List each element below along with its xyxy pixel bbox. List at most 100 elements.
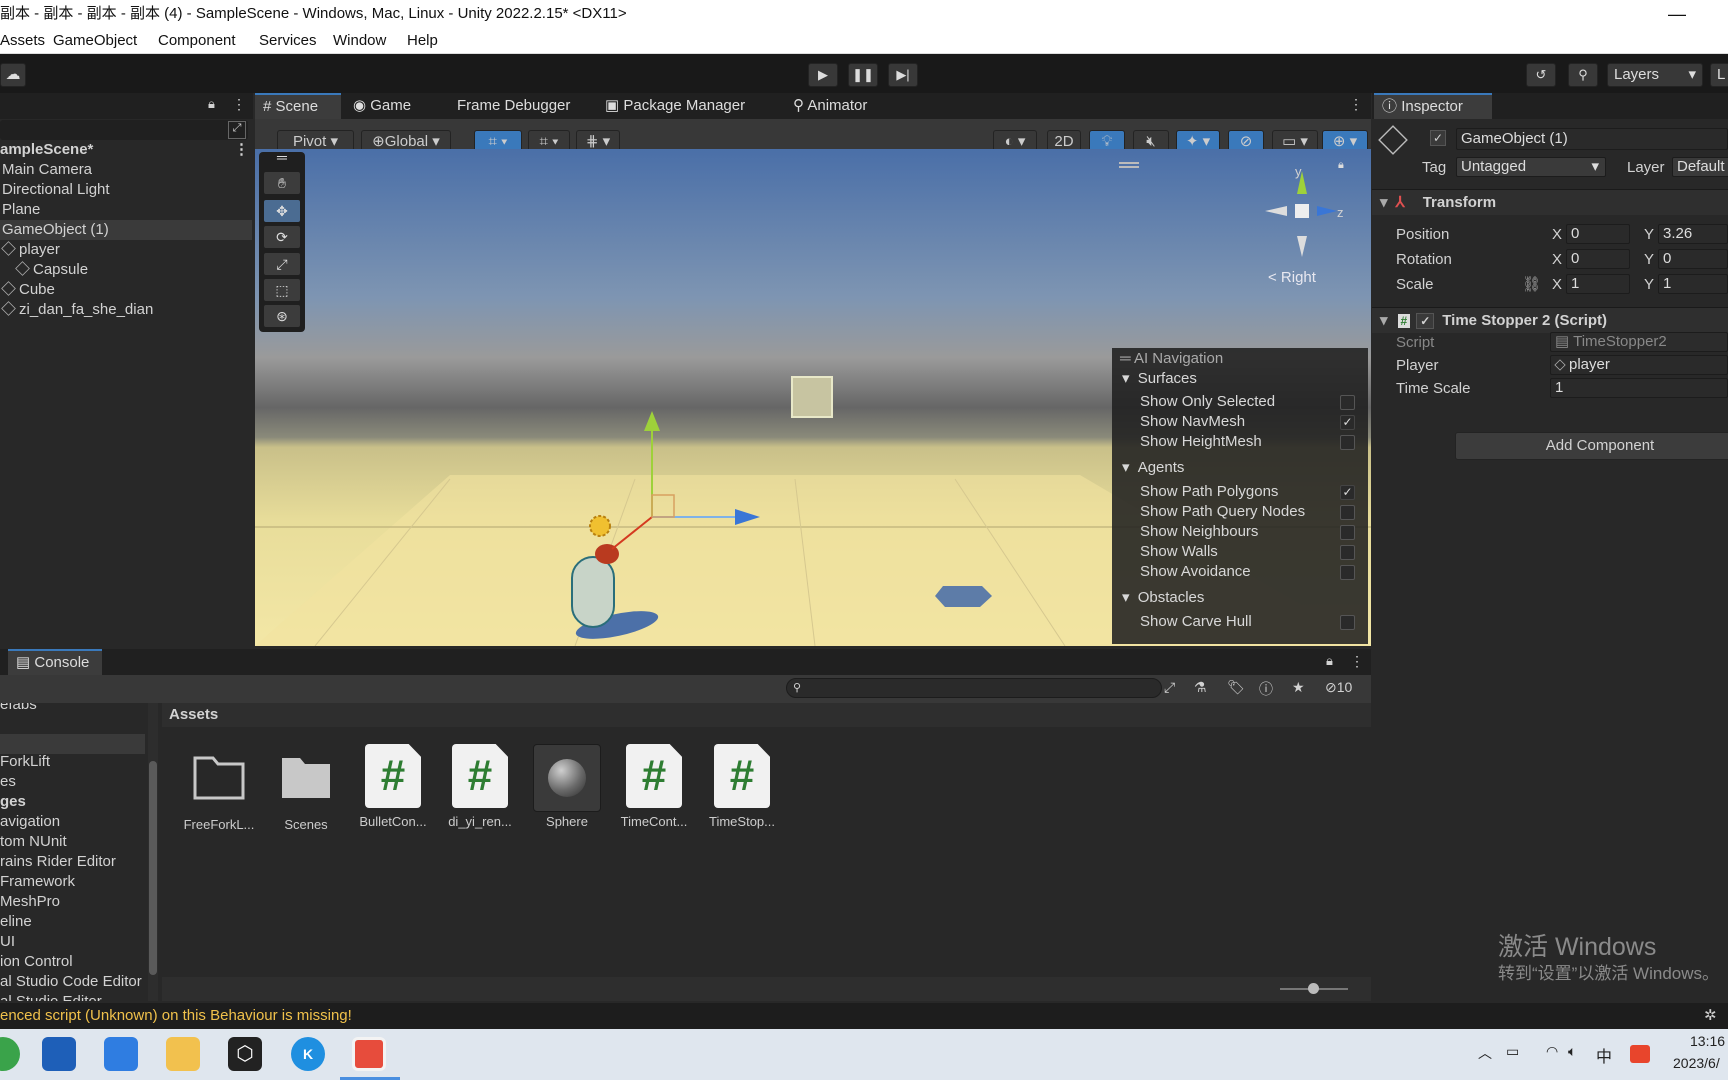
folder-item[interactable]: UI [0,932,15,952]
position-x-field[interactable]: 0 [1566,224,1630,244]
battery-icon[interactable]: ▭ [1506,1043,1519,1060]
hierarchy-item-main-camera[interactable]: Main Camera [0,160,252,180]
checkbox[interactable] [1340,435,1355,450]
gizmo-view-label[interactable]: < Right [1268,269,1316,286]
folder-item[interactable]: tom NUnit [0,832,67,852]
tab-console[interactable]: ▤ Console [8,649,102,675]
orientation-gizmo[interactable] [1259,165,1369,285]
scrollbar-thumb[interactable] [149,761,157,975]
tray-expand-icon[interactable]: ︿ [1478,1043,1492,1063]
filter-type-icon[interactable]: ⚗︎ [1194,679,1207,696]
rect-tool-icon[interactable]: ⬚ [264,279,300,301]
error-icon[interactable]: ⓘ [1259,679,1273,699]
folder-item-selected[interactable] [0,734,145,754]
tab-animator[interactable]: ⚲ Animator [785,93,875,119]
lock-icon[interactable]: 🔒︎ [1326,653,1333,669]
toggle-show-carve-hull[interactable]: Show Carve Hull [1140,612,1252,632]
drag-handle[interactable]: ═ [264,150,300,164]
folder-item[interactable]: ion Control [0,952,73,972]
more-icon[interactable]: ⋮ [232,96,246,113]
tab-inspector[interactable]: ⓘ Inspector [1374,93,1492,119]
scale-x-field[interactable]: 1 [1566,274,1630,294]
layout-dropdown[interactable]: L [1710,63,1728,87]
player-field[interactable]: player [1550,355,1728,375]
scale-tool-icon[interactable]: ⤢ [264,253,300,275]
ime-indicator[interactable]: 中 [1596,1043,1612,1067]
timescale-field[interactable]: 1 [1550,378,1728,398]
hierarchy-item-plane[interactable]: Plane [0,200,252,220]
folder-item[interactable]: MeshPro [0,892,60,912]
history-icon[interactable]: ↺ [1526,63,1556,87]
menu-component[interactable]: Component [158,32,236,49]
hand-tool-icon[interactable]: ✋︎ [264,172,300,194]
checkbox[interactable] [1340,615,1355,630]
cloud-icon[interactable]: ☁ [0,63,26,87]
unity-hub-icon[interactable]: ⬡ [228,1037,262,1071]
label-icon[interactable]: 🏷︎ [1227,679,1245,696]
toggle-show-navmesh[interactable]: Show NavMesh [1140,412,1245,432]
menu-assets[interactable]: Assets [0,32,45,49]
tab-package-manager[interactable]: ▣ Package Manager [597,93,753,119]
breadcrumb[interactable]: Assets [162,703,1371,727]
tag-dropdown[interactable]: Untagged ▾ [1456,157,1606,177]
more-icon[interactable]: ⋮ [1349,96,1363,113]
folder-item[interactable]: avigation [0,812,60,832]
status-bar[interactable]: enced script (Unknown) on this Behaviour… [0,1003,1728,1029]
active-app-icon[interactable] [352,1037,386,1071]
hierarchy-item-player[interactable]: player [0,240,252,260]
sogou-icon[interactable] [1630,1045,1650,1063]
favorite-icon[interactable]: ★ [1292,679,1305,696]
checkbox[interactable] [1340,525,1355,540]
hierarchy-item-gameobject[interactable]: GameObject (1) [0,220,252,240]
wifi-icon[interactable]: ◠ [1546,1043,1558,1060]
layer-dropdown[interactable]: Default [1672,157,1728,177]
debug-icon[interactable]: ✲ [1704,1003,1717,1029]
play-button[interactable]: ▶ [808,63,838,87]
app-icon[interactable] [42,1037,76,1071]
menu-help[interactable]: Help [407,32,438,49]
transform-header[interactable]: ▾ ⅄ Transform [1372,189,1728,215]
checkbox[interactable] [1340,505,1355,520]
transform-tool-icon[interactable]: ⊛ [264,305,300,327]
asset-item[interactable]: Sphere [525,744,609,829]
asset-item[interactable]: Scenes [264,744,348,832]
toggle-show-avoidance[interactable]: Show Avoidance [1140,562,1251,582]
menu-services[interactable]: Services [259,32,317,49]
browser-icon[interactable] [0,1037,20,1071]
enabled-checkbox[interactable]: ✓ [1416,313,1435,329]
folder-item[interactable]: efabs [0,703,37,715]
folder-item[interactable]: al Studio Code Editor [0,972,142,992]
toggle-show-walls[interactable]: Show Walls [1140,542,1218,562]
folder-item[interactable]: al Studio Editor [0,992,102,1001]
section-surfaces[interactable]: ▾ Surfaces [1122,368,1197,390]
volume-icon[interactable]: 🔈︎ [1568,1043,1576,1060]
minimize-button[interactable]: — [1668,0,1686,28]
lock-icon[interactable]: 🔒︎ [1338,159,1344,172]
asset-item[interactable]: # TimeCont... [612,744,696,829]
search-icon[interactable]: ⚲ [1568,63,1598,87]
object-name-field[interactable]: GameObject (1) [1456,128,1728,150]
asset-item[interactable]: # BulletCon... [351,744,435,829]
pause-button[interactable]: ❚❚ [848,63,878,87]
step-button[interactable]: ▶| [888,63,918,87]
section-obstacles[interactable]: ▾ Obstacles [1122,587,1204,609]
asset-item[interactable]: # di_yi_ren... [438,744,522,829]
tab-game[interactable]: ◉ Game [345,93,419,119]
folder-item[interactable]: eline [0,912,32,932]
tab-frame-debugger[interactable]: Frame Debugger [449,93,578,119]
menu-gameobject[interactable]: GameObject [53,32,137,49]
hierarchy-item-zi-dan[interactable]: zi_dan_fa_she_dian [0,300,252,320]
asset-item[interactable]: # TimeStop... [700,744,784,829]
checkbox-checked[interactable]: ✓ [1340,415,1355,430]
asset-item[interactable]: FreeForkL... [177,744,261,832]
overlay-title[interactable]: ═ AI Navigation [1120,350,1223,367]
rotation-y-field[interactable]: 0 [1658,249,1728,269]
folder-item[interactable]: Framework [0,872,75,892]
hidden-packages-icon[interactable]: ⊘10 [1325,679,1352,696]
checkbox[interactable] [1340,395,1355,410]
clock-date[interactable]: 2023/6/ [1673,1055,1720,1071]
lock-icon[interactable]: 🔒︎ [208,96,215,112]
more-icon[interactable]: ⋮ [1350,653,1364,670]
tree-scrollbar[interactable] [148,703,158,1001]
folder-item[interactable]: ForkLift [0,752,50,772]
